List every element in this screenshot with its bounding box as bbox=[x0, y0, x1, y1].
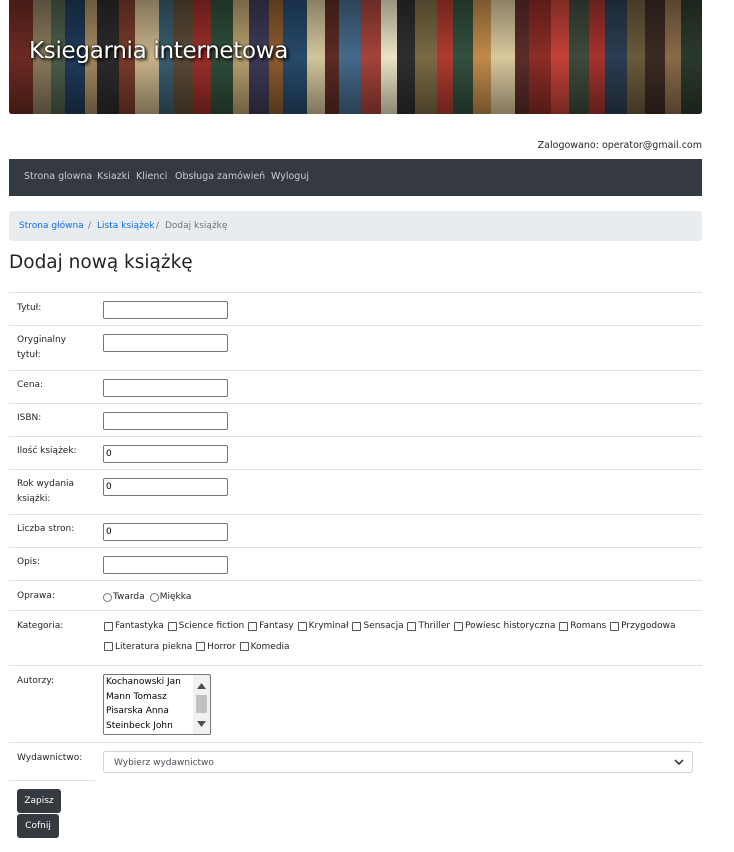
category-checkbox[interactable] bbox=[104, 642, 113, 651]
category-checkbox[interactable] bbox=[297, 621, 307, 631]
back-button[interactable]: Cofnij bbox=[17, 814, 59, 838]
pages-label: Liczba stron: bbox=[17, 524, 75, 534]
breadcrumb-separator: / bbox=[88, 221, 92, 231]
category-checkbox[interactable] bbox=[559, 621, 569, 631]
isbn-label: ISBN: bbox=[17, 413, 42, 423]
form-row-isbn: ISBN: bbox=[9, 403, 702, 437]
original-title-input[interactable] bbox=[103, 334, 228, 352]
nav-home[interactable]: Strona glowna bbox=[24, 171, 92, 182]
category-checkbox[interactable] bbox=[352, 621, 362, 631]
category-checkbox[interactable] bbox=[248, 621, 258, 631]
nav-books[interactable]: Ksiazki bbox=[97, 171, 130, 182]
quantity-input[interactable] bbox=[103, 445, 228, 463]
site-title: Ksiegarnia internetowa bbox=[29, 38, 289, 64]
category-checkboxes: Fantastyka Science fiction Fantasy Krymi… bbox=[103, 616, 683, 657]
publisher-select-value: Wybierz wydawnictwo bbox=[114, 758, 214, 768]
isbn-input[interactable] bbox=[103, 412, 228, 430]
category-checkbox[interactable] bbox=[407, 621, 417, 631]
category-checkbox[interactable] bbox=[167, 621, 177, 631]
binding-option-label: Miękka bbox=[159, 592, 192, 602]
header-banner: Ksiegarnia internetowa bbox=[9, 0, 702, 114]
category-checkbox[interactable] bbox=[104, 621, 113, 631]
breadcrumb-book-list[interactable]: Lista książek bbox=[97, 221, 155, 231]
form-row-price: Cena: bbox=[9, 370, 702, 404]
price-label: Cena: bbox=[17, 380, 44, 390]
breadcrumb: Strona główna / Lista książek / Dodaj ks… bbox=[9, 211, 702, 241]
binding-options: Twarda Miękka bbox=[103, 589, 191, 605]
breadcrumb-separator: / bbox=[156, 221, 160, 231]
authors-label: Autorzy: bbox=[17, 676, 55, 686]
price-input[interactable] bbox=[103, 379, 228, 397]
form-row-description: Opis: bbox=[9, 547, 702, 581]
category-checkbox[interactable] bbox=[239, 642, 249, 651]
form-row-title: Tytuł: bbox=[9, 292, 702, 326]
form-row-quantity: Ilość książek: bbox=[9, 436, 702, 470]
scrollbar-thumb[interactable] bbox=[196, 695, 207, 713]
logged-in-user: Zalogowano: operator@gmail.com bbox=[537, 140, 702, 151]
description-label: Opis: bbox=[17, 557, 41, 567]
publisher-label: Wydawnictwo: bbox=[17, 753, 83, 763]
form-row-publisher: Wydawnictwo: Wybierz wydawnictwo bbox=[9, 742, 702, 781]
main-navbar: Strona glowna Ksiazki Klienci Obsługa za… bbox=[9, 159, 702, 196]
binding-radio-soft[interactable] bbox=[149, 593, 159, 602]
form-row-binding: Oprawa: Twarda Miękka bbox=[9, 580, 702, 611]
binding-radio-hard[interactable] bbox=[103, 593, 112, 602]
description-input[interactable] bbox=[103, 556, 228, 574]
form-row-divider bbox=[9, 780, 95, 781]
original-title-label: Oryginalny tytuł: bbox=[17, 335, 67, 360]
category-checkbox[interactable] bbox=[196, 642, 206, 651]
form-row-original-title: Oryginalny tytuł: bbox=[9, 325, 702, 371]
breadcrumb-current: Dodaj książkę bbox=[165, 221, 228, 231]
nav-logout[interactable]: Wyloguj bbox=[271, 171, 309, 182]
form-row-authors: Autorzy: Kochanowski Jan Mann Tomasz Pis… bbox=[9, 665, 702, 743]
nav-clients[interactable]: Klienci bbox=[136, 171, 167, 182]
nav-orders[interactable]: Obsługa zamówień bbox=[175, 171, 265, 182]
year-label: Rok wydania książki: bbox=[17, 479, 75, 504]
title-input[interactable] bbox=[103, 301, 228, 319]
page-title: Dodaj nową książkę bbox=[9, 252, 193, 273]
form-row-category: Kategoria: Fantastyka Science fiction Fa… bbox=[9, 610, 702, 666]
category-checkbox[interactable] bbox=[453, 621, 463, 631]
breadcrumb-home[interactable]: Strona główna bbox=[19, 221, 84, 231]
chevron-down-icon bbox=[674, 759, 684, 766]
year-input[interactable] bbox=[103, 478, 228, 496]
category-checkbox[interactable] bbox=[610, 621, 620, 631]
authors-listbox[interactable]: Kochanowski Jan Mann Tomasz Pisarska Ann… bbox=[103, 674, 211, 735]
pages-input[interactable] bbox=[103, 523, 228, 541]
binding-label: Oprawa: bbox=[17, 591, 55, 601]
listbox-scrollbar[interactable] bbox=[193, 675, 210, 734]
quantity-label: Ilość książek: bbox=[17, 446, 77, 456]
publisher-select[interactable]: Wybierz wydawnictwo bbox=[103, 751, 693, 773]
binding-option-label: Twarda bbox=[113, 592, 145, 602]
form-row-pages: Liczba stron: bbox=[9, 514, 702, 548]
title-label: Tytuł: bbox=[17, 303, 42, 313]
category-label: Kategoria: bbox=[17, 621, 64, 631]
save-button[interactable]: Zapisz bbox=[17, 789, 61, 813]
form-row-year: Rok wydania książki: bbox=[9, 469, 702, 515]
